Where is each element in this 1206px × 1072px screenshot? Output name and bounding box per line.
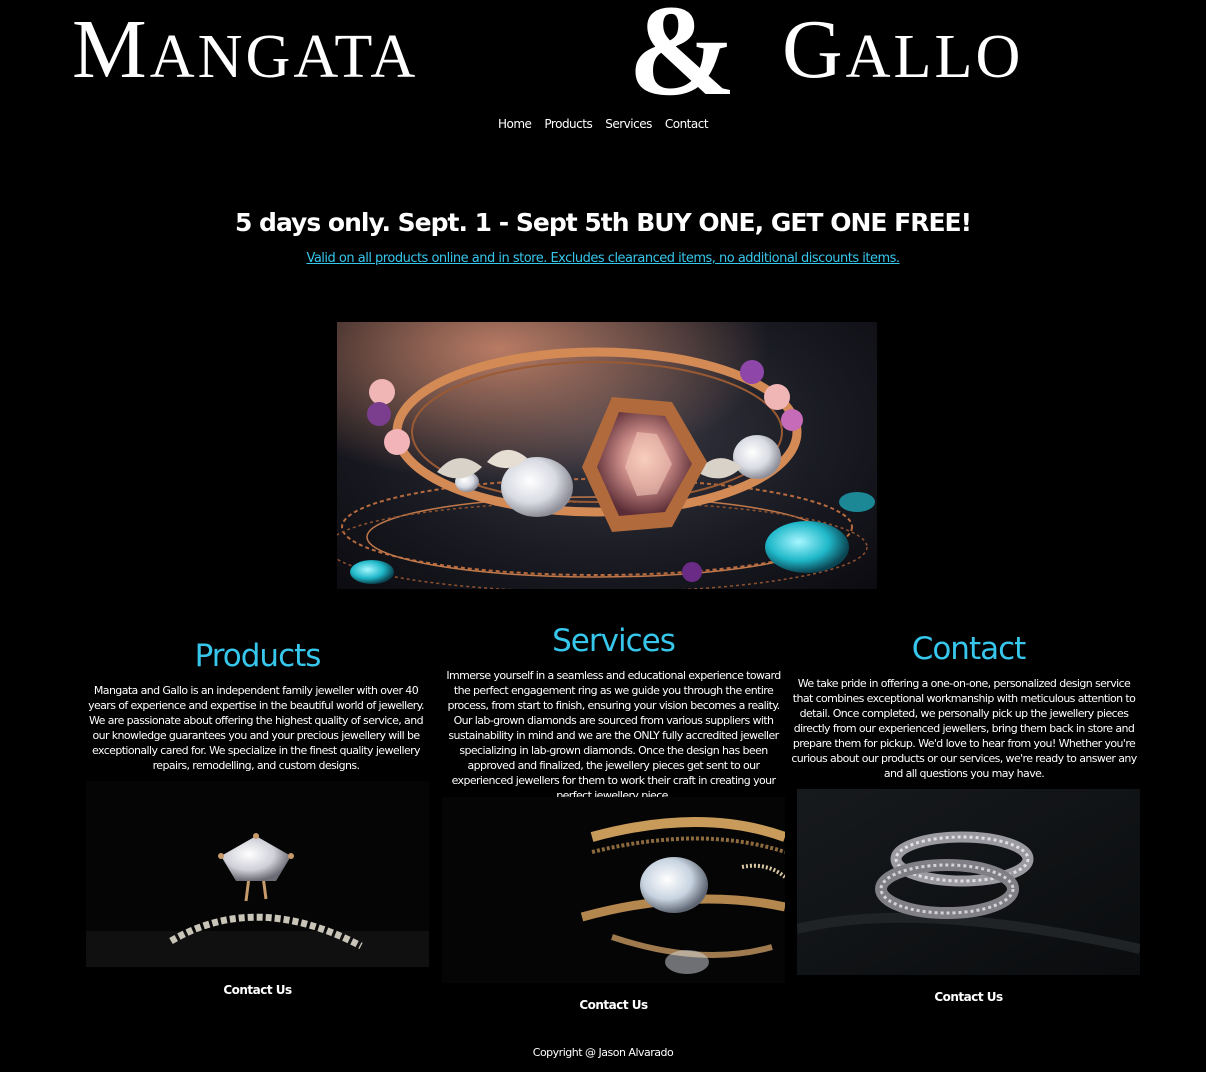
contact-rings-image [797,789,1140,975]
main-nav: Home Products Services Contact [0,117,1206,131]
promo-subtitle-link[interactable]: Valid on all products online and in stor… [306,251,900,266]
contact-contact-us-link[interactable]: Contact Us [797,990,1140,1004]
services-heading: Services [552,623,676,659]
contact-heading: Contact [911,631,1027,667]
services-text: Immerse yourself in a seamless and educa… [446,669,781,802]
products-contact-us-link[interactable]: Contact Us [86,983,429,997]
promo-subtitle-wrap: Valid on all products online and in stor… [0,251,1206,266]
nav-services[interactable]: Services [605,117,652,131]
page: MANGATA & GALLO Home Products Services C… [0,0,1206,1072]
products-ring-image [86,781,429,967]
brand-word-mangata: MANGATA [72,3,419,96]
promo-title: 5 days only. Sept. 1 - Sept 5th BUY ONE,… [234,208,972,237]
products-heading: Products [194,638,322,674]
nav-contact[interactable]: Contact [665,117,709,131]
nav-products[interactable]: Products [544,117,592,131]
services-rings-image [442,797,785,983]
brand-ampersand: & [628,0,737,123]
brand-logo[interactable]: MANGATA & GALLO [0,0,1206,116]
services-contact-us-link[interactable]: Contact Us [442,998,785,1012]
brand-word-gallo: GALLO [782,3,1024,96]
products-text: Mangata and Gallo is an independent fami… [88,684,424,772]
footer-copyright: Copyright @ Jason Alvarado [532,1046,674,1059]
nav-home[interactable]: Home [498,117,532,131]
hero-bracelet-image [337,322,877,589]
contact-text: We take pride in offering a one-on-one, … [791,677,1137,780]
